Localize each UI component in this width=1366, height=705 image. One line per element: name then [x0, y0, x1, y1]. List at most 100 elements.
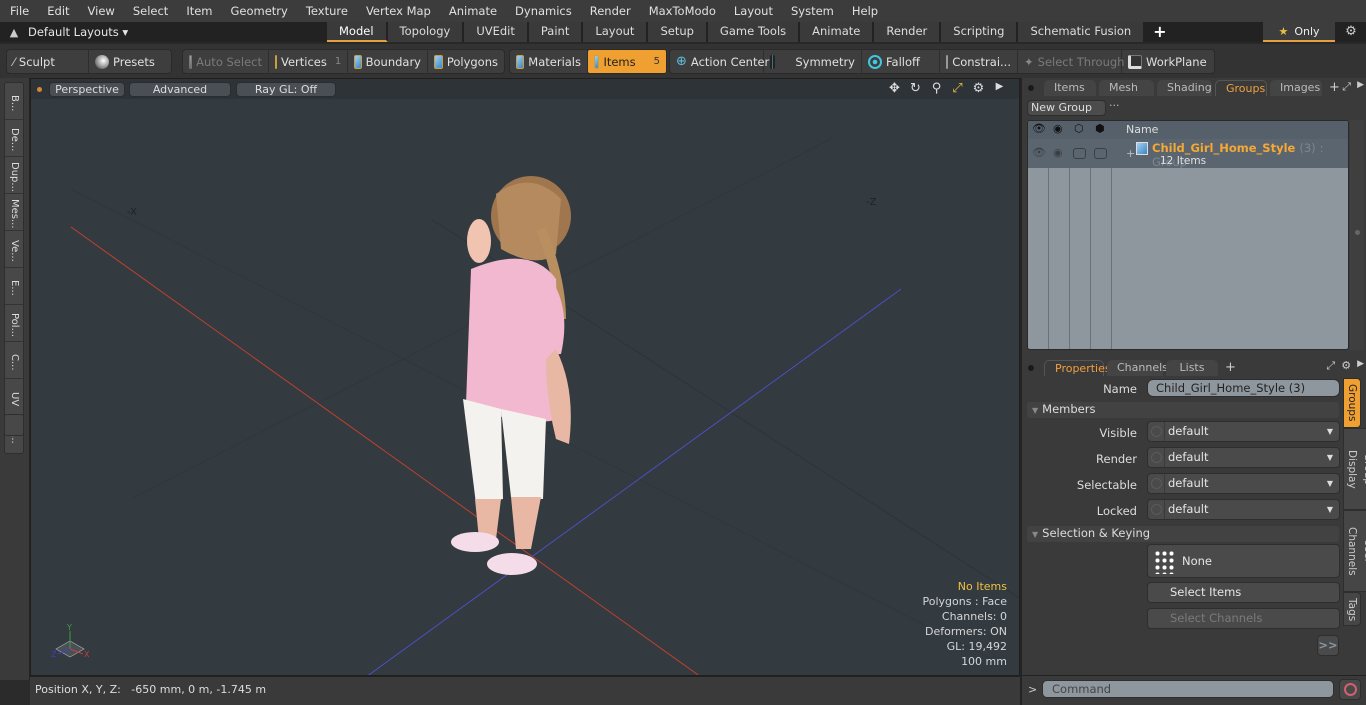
row-lock-checkbox[interactable] [1094, 148, 1107, 159]
tab-render[interactable]: Render [874, 22, 942, 42]
rotate-view-icon[interactable]: ↻ [908, 81, 923, 96]
side-tab-groups[interactable]: Groups [1343, 378, 1361, 428]
visibility-column-icon[interactable]: 👁 [1032, 122, 1046, 135]
menu-dynamics[interactable]: Dynamics [505, 0, 580, 22]
select-through-button[interactable]: ✦ Select Through [1018, 50, 1124, 73]
tab-model[interactable]: Model [327, 22, 388, 42]
gear-icon[interactable]: ⚙ [1340, 22, 1362, 42]
side-tab-tags[interactable]: Tags [1343, 592, 1361, 626]
expand-group-icon[interactable]: + [1126, 147, 1135, 160]
menu-system[interactable]: System [781, 0, 842, 22]
row-render-icon[interactable]: ◉ [1053, 146, 1063, 159]
expand-up-icon[interactable]: ▲ [0, 26, 28, 39]
tab-channels[interactable]: Channels [1107, 360, 1168, 376]
group-name-field[interactable]: Child_Girl_Home_Style (3) [1147, 379, 1340, 397]
viewport-settings-icon[interactable]: ⚙ [971, 81, 986, 96]
sculpt-button[interactable]: ⁄ Sculpt [7, 50, 89, 73]
render-column-icon[interactable]: ◉ [1053, 122, 1063, 135]
tab-scripting[interactable]: Scripting [941, 22, 1019, 42]
side-tab-group-display[interactable]: Group Display [1343, 428, 1366, 510]
presets-button[interactable]: Presets [89, 50, 171, 73]
action-center-button[interactable]: ⊕ Action Center [670, 50, 769, 73]
row-visibility-icon[interactable]: 👁 [1032, 146, 1046, 159]
left-strip-extra-button[interactable] [4, 414, 24, 436]
left-tab-polygon[interactable]: Pol... [5, 305, 23, 342]
menu-select[interactable]: Select [123, 0, 176, 22]
visible-dropdown[interactable]: default ▼ [1147, 421, 1340, 442]
locked-dropdown[interactable]: default ▼ [1147, 499, 1340, 520]
items-button[interactable]: Items 5 [588, 50, 666, 73]
tab-images[interactable]: Images [1270, 80, 1322, 96]
select-column-icon[interactable]: ⬡ [1074, 122, 1084, 135]
3d-viewport[interactable]: -X -Z Y X Z Perspective Advanced Ray GL:… [30, 78, 1020, 676]
vertices-button[interactable]: Vertices 1 [269, 50, 348, 73]
auto-select-button[interactable]: Auto Select [183, 50, 269, 73]
tab-mesh[interactable]: Mesh ... [1099, 80, 1154, 109]
polygons-button[interactable]: Polygons [428, 50, 504, 73]
groups-scrollbar[interactable] [1350, 120, 1364, 350]
add-bottom-tab-button[interactable]: + [1221, 360, 1240, 376]
new-group-button[interactable]: New Group [1027, 100, 1106, 116]
menu-animate[interactable]: Animate [439, 0, 505, 22]
tab-paint[interactable]: Paint [528, 22, 584, 42]
bottom-panel-gear-icon[interactable]: ⚙ [1341, 359, 1351, 373]
menu-maxtomodo[interactable]: MaxToModo [639, 0, 724, 22]
left-tab-curve[interactable]: C... [5, 342, 23, 379]
only-button[interactable]: ★ Only [1263, 22, 1335, 42]
workplane-button[interactable]: WorkPlane [1122, 50, 1214, 73]
shading-dropdown[interactable]: Advanced [129, 82, 231, 97]
left-tab-uv[interactable]: UV [5, 379, 23, 416]
add-panel-tab-button[interactable]: + [1325, 80, 1344, 96]
tab-setup[interactable]: Setup [648, 22, 708, 42]
falloff-button[interactable]: Falloff [862, 50, 940, 73]
menu-render[interactable]: Render [580, 0, 639, 22]
expand-panel-icon[interactable]: ⤢ [1342, 80, 1351, 94]
menu-help[interactable]: Help [842, 0, 886, 22]
left-tab-vertex[interactable]: Ve... [5, 231, 23, 268]
menu-item[interactable]: Item [176, 0, 220, 22]
command-input[interactable]: Command [1042, 680, 1334, 698]
left-tab-edge[interactable]: E... [5, 268, 23, 305]
tab-schematic-fusion[interactable]: Schematic Fusion [1018, 22, 1146, 42]
menu-vertex-map[interactable]: Vertex Map [356, 0, 439, 22]
zoom-view-icon[interactable]: ⚲ [929, 81, 944, 96]
menu-layout[interactable]: Layout [724, 0, 781, 22]
tab-layout[interactable]: Layout [583, 22, 649, 42]
row-select-checkbox[interactable] [1073, 148, 1086, 159]
selection-set-button[interactable]: None [1147, 544, 1340, 578]
left-tab-duplicate[interactable]: Dup... [5, 157, 23, 194]
menu-texture[interactable]: Texture [296, 0, 356, 22]
members-section[interactable]: ▼ Members [1027, 402, 1339, 418]
maximize-view-icon[interactable]: ⤢ [950, 81, 965, 96]
tab-properties[interactable]: Properties [1044, 360, 1111, 376]
left-tab-basic[interactable]: B... [5, 83, 23, 120]
raygl-toggle[interactable]: Ray GL: Off [236, 82, 336, 97]
selection-keying-section[interactable]: ▼ Selection & Keying [1027, 526, 1339, 542]
more-button[interactable]: >> [1317, 635, 1339, 656]
layouts-dropdown[interactable]: Default Layouts ▾ [28, 25, 328, 39]
record-macro-button[interactable] [1339, 679, 1361, 700]
menu-edit[interactable]: Edit [37, 0, 77, 22]
expand-bottom-panel-icon[interactable]: ⤢ [1326, 359, 1335, 373]
name-column-header[interactable]: Name [1126, 123, 1158, 136]
left-tab-deform[interactable]: De... [5, 120, 23, 157]
boundary-button[interactable]: Boundary [348, 50, 428, 73]
tab-game-tools[interactable]: Game Tools [707, 22, 801, 42]
menu-view[interactable]: View [78, 0, 123, 22]
perspective-dropdown[interactable]: Perspective [49, 82, 125, 97]
select-items-button[interactable]: Select Items [1147, 582, 1340, 603]
tab-lists[interactable]: Lists [1166, 360, 1218, 376]
tab-groups[interactable]: Groups [1215, 80, 1267, 96]
group-row[interactable]: 👁 ◉ + Child_Girl_Home_Style (3) : Group … [1028, 139, 1348, 169]
left-tab-mesh-edit[interactable]: Mes... [5, 194, 23, 231]
tab-shading[interactable]: Shading [1157, 80, 1212, 96]
symmetry-button[interactable]: Symmetry [764, 50, 862, 73]
bottom-panel-more-icon[interactable]: ▶ [1357, 359, 1364, 373]
tab-animate[interactable]: Animate [800, 22, 875, 42]
render-dropdown[interactable]: default ▼ [1147, 447, 1340, 468]
lock-column-icon[interactable]: ⬢ [1095, 122, 1105, 135]
add-tab-button[interactable]: + [1145, 22, 1177, 42]
selectable-dropdown[interactable]: default ▼ [1147, 473, 1340, 494]
tab-topology[interactable]: Topology [387, 22, 465, 42]
move-view-icon[interactable]: ✥ [887, 81, 902, 96]
